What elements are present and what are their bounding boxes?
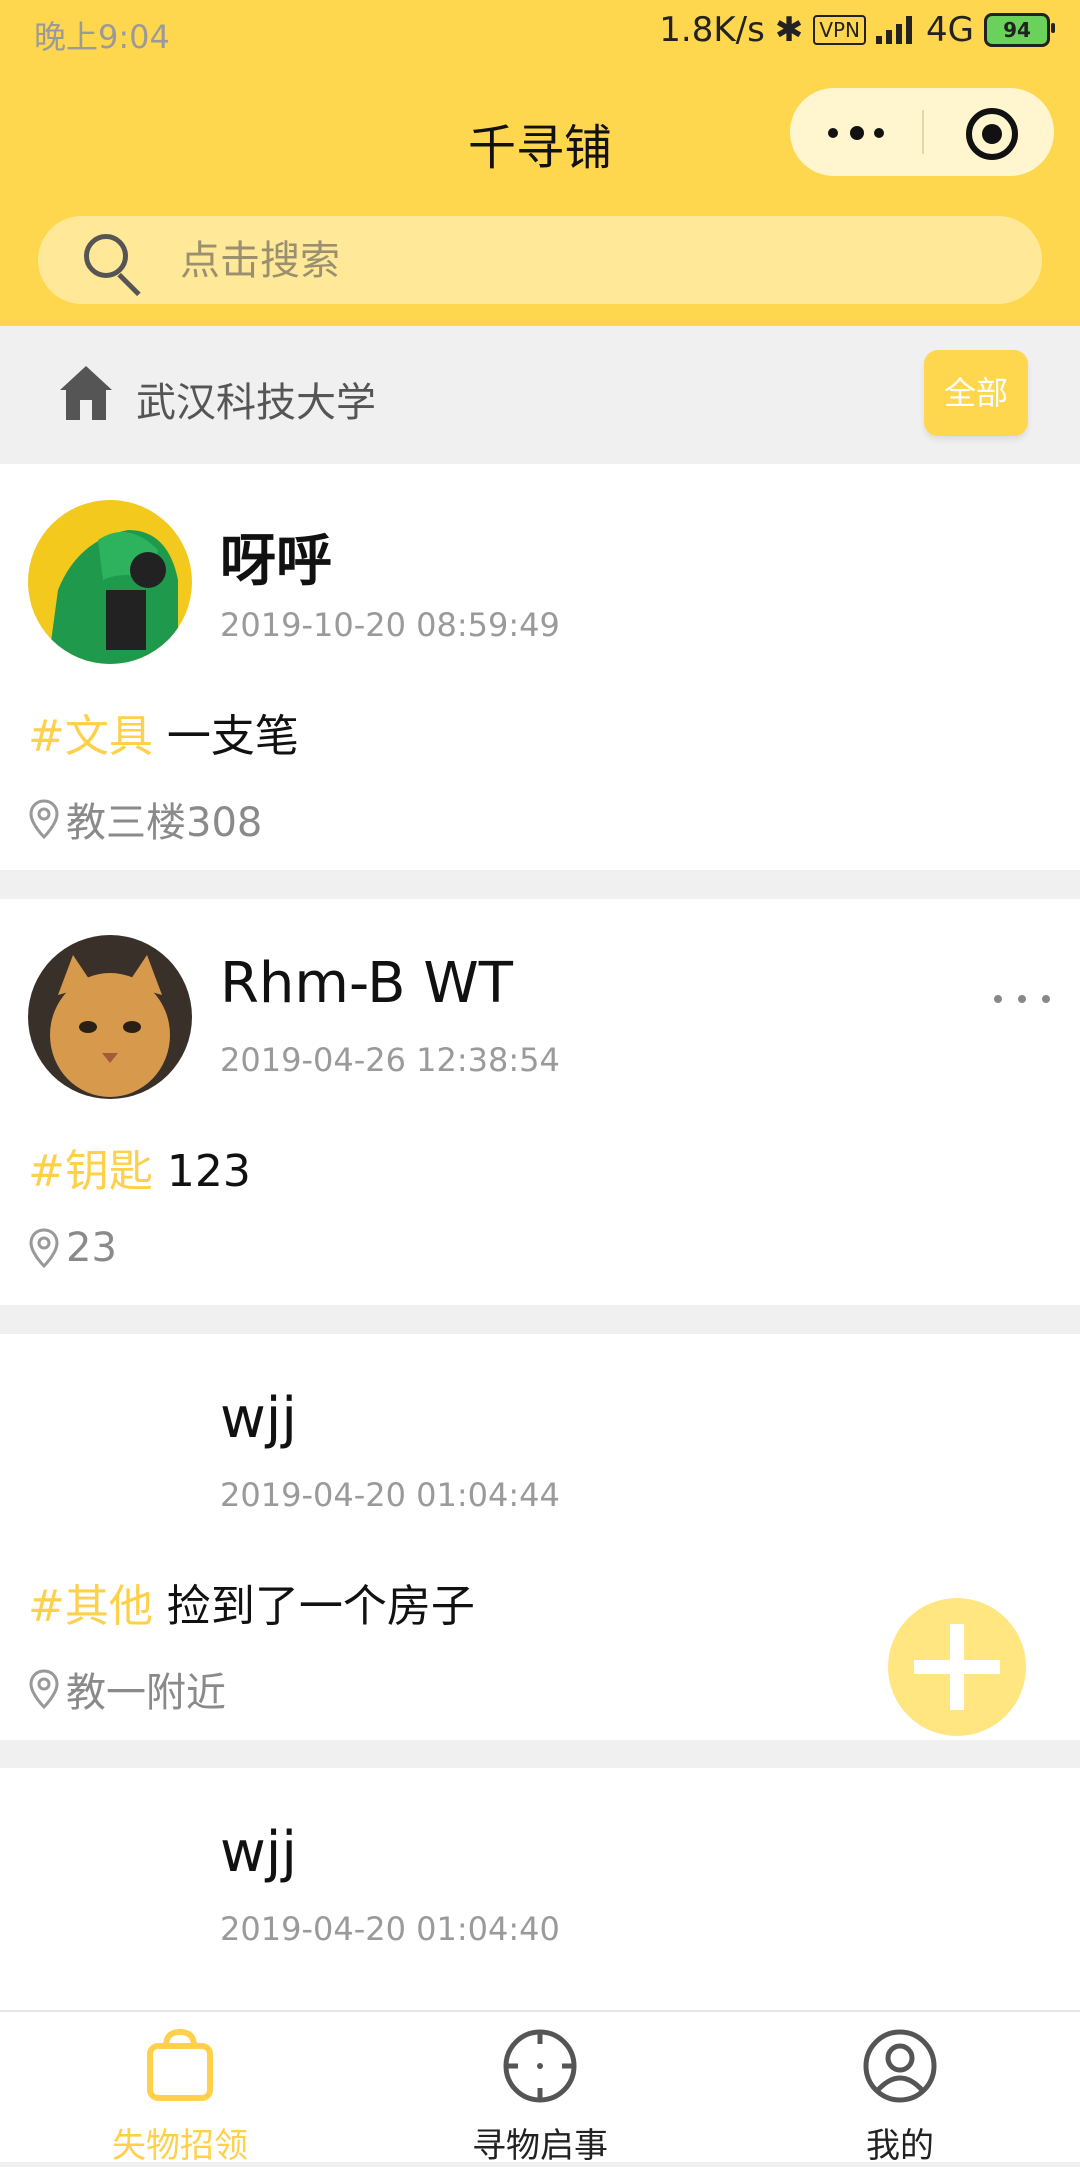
post-card[interactable]: Rhm-B WT 2019-04-26 12:38:54 #钥匙 123 23	[0, 899, 1080, 1305]
user-icon	[863, 2029, 937, 2103]
battery-level: 94	[1003, 18, 1031, 42]
post-text: 捡到了一个房子	[166, 1581, 475, 1632]
search-bar[interactable]	[38, 216, 1042, 304]
post-tag[interactable]: #其他	[28, 1581, 153, 1632]
post-location: 23	[28, 1225, 117, 1271]
post-text: 一支笔	[166, 711, 299, 762]
post-content: #钥匙 123	[28, 1135, 251, 1199]
top-header: 晚上9:04 1.8K/s ✱ VPN 4G 94 千寻铺	[0, 0, 1080, 326]
close-miniprogram-icon[interactable]	[966, 108, 1018, 160]
add-post-button[interactable]	[888, 1598, 1026, 1736]
battery-icon: 94	[984, 13, 1055, 47]
location-pin-icon	[29, 1669, 59, 1709]
vpn-badge: VPN	[813, 15, 867, 45]
signal-icon	[876, 16, 916, 44]
more-menu-icon[interactable]	[828, 126, 884, 140]
home-icon	[60, 366, 112, 422]
status-time: 晚上9:04	[34, 18, 170, 56]
status-right: 1.8K/s ✱ VPN 4G 94	[659, 10, 1055, 50]
search-icon	[84, 234, 128, 278]
tab-bar: 失物招领 寻物启事 我的	[0, 2010, 1080, 2166]
school-name: 武汉科技大学	[136, 380, 376, 426]
post-time: 2019-04-20 01:04:44	[220, 1476, 560, 1514]
post-text: 123	[166, 1146, 251, 1197]
post-username: 呀呼	[220, 529, 332, 594]
post-tag[interactable]: #钥匙	[28, 1146, 153, 1197]
post-time: 2019-10-20 08:59:49	[220, 606, 560, 644]
post-content: #其他 捡到了一个房子	[28, 1570, 475, 1634]
bluetooth-icon: ✱	[774, 10, 804, 50]
network-speed: 1.8K/s	[659, 10, 765, 50]
post-location: 教一附近	[28, 1660, 226, 1718]
post-username: Rhm-B WT	[220, 951, 513, 1016]
school-bar: 武汉科技大学 全部	[0, 326, 1080, 464]
miniprogram-capsule[interactable]	[790, 88, 1054, 176]
avatar[interactable]	[28, 500, 192, 664]
crosshair-icon	[503, 2029, 577, 2103]
status-bar: 晚上9:04 1.8K/s ✱ VPN 4G 94	[0, 0, 1080, 70]
post-card[interactable]: 呀呼 2019-10-20 08:59:49 #文具 一支笔 教三楼308	[0, 464, 1080, 870]
post-username: wjj	[220, 1820, 297, 1885]
post-time: 2019-04-20 01:04:40	[220, 1910, 560, 1948]
post-username: wjj	[220, 1386, 297, 1451]
filter-all-button[interactable]: 全部	[924, 350, 1028, 436]
post-location-text: 教一附近	[66, 1670, 226, 1716]
post-content: #文具 一支笔	[28, 700, 299, 764]
post-location: 教三楼308	[28, 790, 262, 848]
search-input[interactable]	[178, 232, 1002, 290]
location-pin-icon	[29, 1228, 59, 1268]
capsule-divider	[922, 110, 924, 154]
post-location-text: 23	[66, 1225, 117, 1271]
network-type: 4G	[926, 10, 974, 50]
location-pin-icon	[29, 799, 59, 839]
post-card[interactable]: wjj 2019-04-20 01:04:40	[0, 1768, 1080, 2010]
post-time: 2019-04-26 12:38:54	[220, 1041, 560, 1079]
avatar[interactable]	[28, 935, 192, 1099]
bag-icon	[147, 2028, 213, 2101]
post-location-text: 教三楼308	[66, 800, 263, 846]
more-options-icon[interactable]	[994, 995, 1050, 1003]
post-tag[interactable]: #文具	[28, 711, 153, 762]
